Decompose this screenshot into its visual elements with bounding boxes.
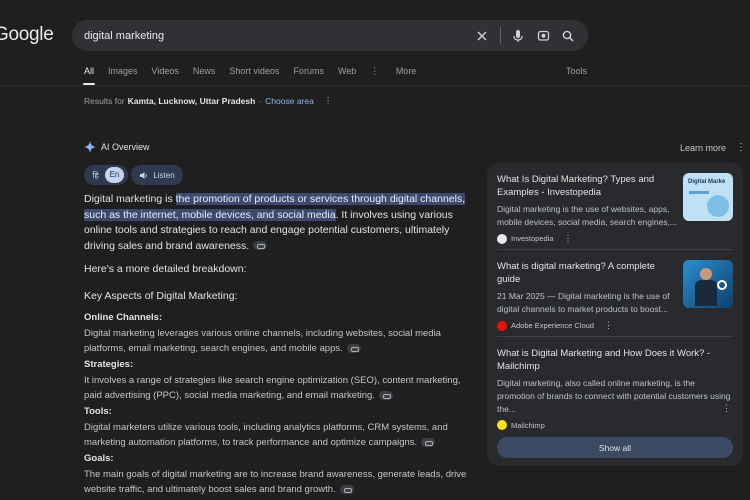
section-heading: Tools: bbox=[84, 406, 112, 417]
more-dots-icon: ⋮ bbox=[370, 66, 382, 76]
location-name: Kamta, Lucknow, Uttar Pradesh bbox=[127, 95, 256, 106]
source-menu-icon[interactable]: ⋮ bbox=[604, 320, 613, 331]
source-menu-icon[interactable]: ⋮ bbox=[564, 233, 573, 244]
location-menu-icon[interactable]: ⋮ bbox=[324, 95, 333, 106]
source-title[interactable]: What is Digital Marketing and How Does i… bbox=[497, 347, 729, 373]
source-card[interactable]: What is digital marketing? A complete gu… bbox=[497, 260, 733, 331]
intro-prefix: Digital marketing is bbox=[84, 193, 176, 205]
source-site-name: Adobe Experience Cloud bbox=[511, 321, 594, 330]
location-separator: · bbox=[258, 95, 262, 106]
thumb-ring bbox=[717, 280, 727, 290]
gemini-spark-icon bbox=[84, 141, 96, 153]
show-all-button[interactable]: Show all bbox=[497, 437, 733, 458]
tab-images[interactable]: Images bbox=[108, 66, 138, 77]
section-body: Digital marketing leverages various onli… bbox=[84, 328, 441, 354]
search-bar[interactable]: digital marketing bbox=[72, 20, 588, 51]
source-site: Adobe Experience Cloud ⋮ bbox=[497, 320, 733, 331]
speaker-icon bbox=[140, 171, 148, 179]
section-online-channels: Online Channels: Digital marketing lever… bbox=[84, 310, 469, 356]
thumb-text: Digital Marke bbox=[688, 179, 726, 185]
section-heading: Online Channels: bbox=[84, 312, 163, 323]
listen-label: Listen bbox=[153, 170, 175, 180]
source-site: Investopedia ⋮ bbox=[497, 233, 733, 244]
ai-overview-intro: Digital marketing is the promotion of pr… bbox=[84, 192, 469, 254]
section-heading: Strategies: bbox=[84, 359, 134, 370]
tools-button[interactable]: Tools bbox=[566, 66, 587, 76]
tab-forums[interactable]: Forums bbox=[293, 66, 324, 77]
section-goals: Goals: The main goals of digital marketi… bbox=[84, 451, 469, 497]
source-site-name: Investopedia bbox=[511, 234, 554, 243]
ai-overview-header: AI Overview bbox=[84, 141, 150, 153]
citation-link-icon[interactable] bbox=[253, 241, 268, 251]
citation-link-icon[interactable] bbox=[378, 390, 393, 400]
card-divider bbox=[497, 249, 733, 250]
adobe-favicon-icon bbox=[497, 320, 507, 331]
source-snippet: Digital marketing, also called online ma… bbox=[497, 378, 731, 414]
tabs-divider bbox=[0, 85, 750, 86]
tab-short-videos[interactable]: Short videos bbox=[229, 66, 279, 77]
investopedia-favicon-icon bbox=[497, 233, 507, 244]
source-card[interactable]: What Is Digital Marketing? Types and Exa… bbox=[497, 173, 733, 244]
thumb-person-body bbox=[695, 280, 717, 306]
google-logo[interactable]: Google bbox=[0, 24, 54, 46]
sources-panel: What Is Digital Marketing? Types and Exa… bbox=[487, 163, 743, 466]
source-thumbnail[interactable] bbox=[683, 260, 733, 308]
ai-overview-menu-icon[interactable]: ⋮ bbox=[736, 142, 746, 153]
lens-search-icon[interactable] bbox=[531, 24, 555, 48]
tab-all[interactable]: All bbox=[82, 66, 96, 85]
source-site-name: Mailchimp bbox=[511, 420, 545, 430]
tab-more[interactable]: ⋮ More bbox=[370, 66, 430, 77]
learn-more-link[interactable]: Learn more bbox=[680, 143, 726, 153]
search-input[interactable]: digital marketing bbox=[84, 30, 470, 42]
source-card[interactable]: What is Digital Marketing and How Does i… bbox=[497, 347, 733, 430]
section-heading: Goals: bbox=[84, 453, 114, 464]
results-for-label: Results for bbox=[84, 95, 125, 106]
citation-link-icon[interactable] bbox=[339, 484, 354, 494]
card-divider bbox=[497, 336, 733, 337]
source-snippet: Digital marketing is the use of websites… bbox=[497, 204, 678, 227]
results-location: Results for Kamta, Lucknow, Uttar Prades… bbox=[84, 95, 332, 106]
thumb-graphic bbox=[707, 195, 729, 217]
section-body: It involves a range of strategies like s… bbox=[84, 375, 461, 401]
ai-overview-title: AI Overview bbox=[101, 142, 150, 152]
lang-hindi[interactable]: हि bbox=[86, 170, 105, 181]
language-toggle[interactable]: हि En bbox=[84, 165, 128, 185]
source-site: Mailchimp bbox=[497, 420, 733, 430]
breakdown-heading: Here's a more detailed breakdown: bbox=[84, 263, 247, 275]
clear-icon[interactable] bbox=[470, 24, 494, 48]
thumb-bar bbox=[689, 191, 709, 194]
search-icon[interactable] bbox=[556, 24, 580, 48]
thumb-person-head bbox=[700, 268, 712, 280]
key-aspects-heading: Key Aspects of Digital Marketing: bbox=[84, 290, 238, 302]
section-strategies: Strategies: It involves a range of strat… bbox=[84, 357, 469, 403]
citation-link-icon[interactable] bbox=[421, 437, 436, 447]
tab-more-label: More bbox=[395, 66, 417, 76]
lang-english[interactable]: En bbox=[105, 167, 124, 183]
citation-link-icon[interactable] bbox=[346, 343, 361, 353]
tab-web[interactable]: Web bbox=[338, 66, 356, 77]
source-thumbnail[interactable]: Digital Marke bbox=[683, 173, 733, 221]
section-body: The main goals of digital marketing are … bbox=[84, 469, 467, 495]
source-menu-icon[interactable]: ⋮ bbox=[722, 403, 731, 414]
search-tabs: All Images Videos News Short videos Foru… bbox=[82, 66, 444, 85]
search-divider bbox=[500, 27, 501, 44]
source-snippet: 21 Mar 2025 — Digital marketing is the u… bbox=[497, 291, 670, 314]
tab-videos[interactable]: Videos bbox=[152, 66, 179, 77]
listen-button[interactable]: Listen bbox=[131, 165, 183, 185]
voice-search-icon[interactable] bbox=[506, 24, 530, 48]
source-title[interactable]: What Is Digital Marketing? Types and Exa… bbox=[497, 173, 675, 199]
section-tools: Tools: Digital marketers utilize various… bbox=[84, 404, 469, 450]
source-title[interactable]: What is digital marketing? A complete gu… bbox=[497, 260, 675, 286]
choose-area-link[interactable]: Choose area bbox=[265, 96, 314, 106]
mailchimp-favicon-icon bbox=[497, 420, 507, 430]
tab-news[interactable]: News bbox=[193, 66, 216, 77]
section-body: Digital marketers utilize various tools,… bbox=[84, 422, 448, 448]
